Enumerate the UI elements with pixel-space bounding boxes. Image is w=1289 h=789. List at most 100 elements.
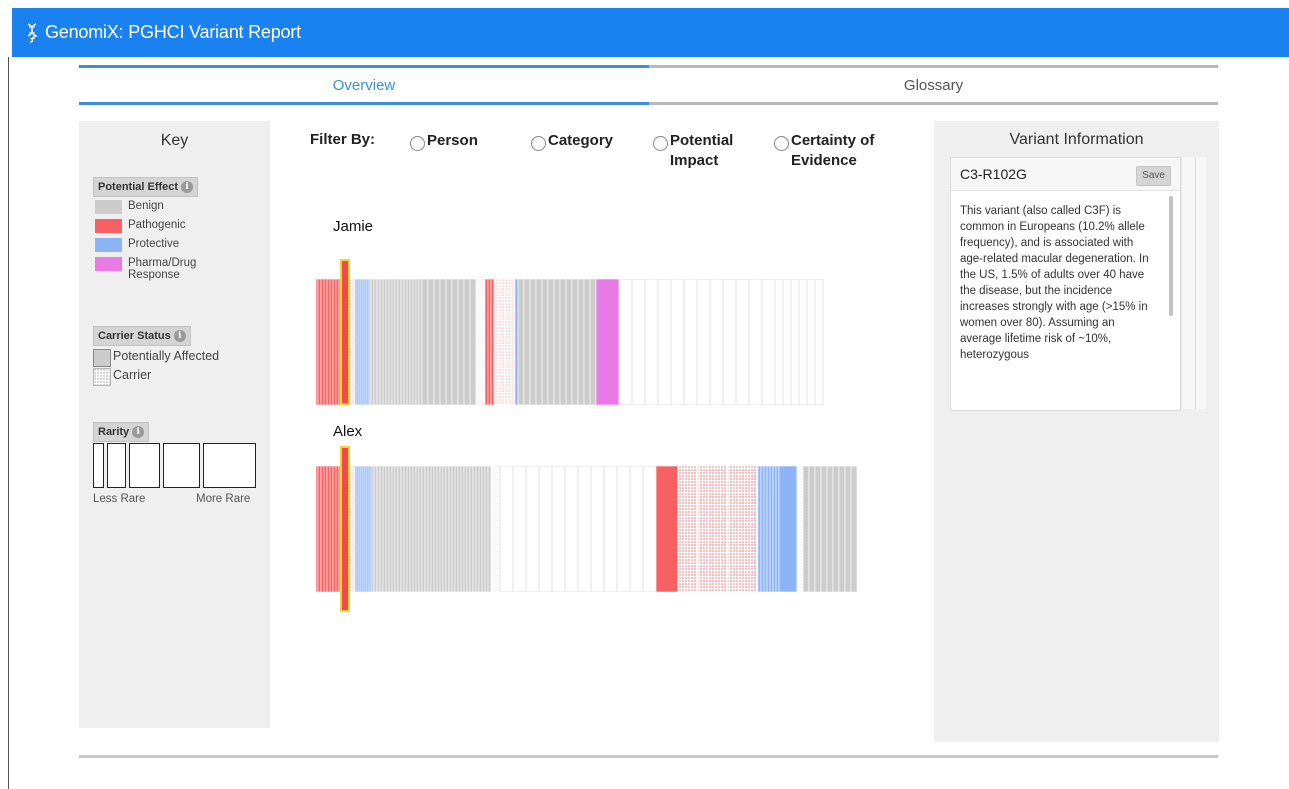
variant-bar[interactable]: [514, 279, 519, 405]
variant-bar[interactable]: [629, 466, 644, 592]
description-scrollbar[interactable]: [1169, 196, 1173, 316]
variant-bar[interactable]: [493, 466, 498, 592]
variant-bar[interactable]: [370, 466, 375, 592]
filter-certainty[interactable]: Certainty of Evidence: [774, 131, 904, 171]
variant-bar[interactable]: [487, 466, 492, 592]
variant-bar[interactable]: [323, 279, 328, 405]
variant-bar[interactable]: [517, 279, 525, 405]
variant-bar[interactable]: [496, 279, 501, 405]
variant-bar[interactable]: [448, 466, 453, 592]
variant-bar[interactable]: [717, 466, 729, 592]
variant-bar[interactable]: [451, 466, 456, 592]
variant-bar[interactable]: [760, 466, 765, 592]
variant-bar[interactable]: [814, 466, 822, 592]
variant-bar[interactable]: [603, 466, 618, 592]
variant-bar[interactable]: [722, 279, 737, 405]
variant-bar[interactable]: [790, 279, 800, 405]
variant-bar[interactable]: [670, 279, 685, 405]
variant-bar[interactable]: [727, 466, 739, 592]
variant-bar[interactable]: [421, 466, 426, 592]
variant-bar[interactable]: [595, 279, 620, 405]
variant-bar[interactable]: [838, 466, 846, 592]
variant-bar[interactable]: [335, 279, 340, 405]
variant-bar[interactable]: [559, 279, 567, 405]
variant-bar[interactable]: [683, 279, 698, 405]
variant-bar[interactable]: [547, 279, 555, 405]
variant-bar[interactable]: [523, 279, 531, 405]
variant-bar[interactable]: [502, 279, 507, 405]
variant-bar[interactable]: [565, 279, 573, 405]
radio-button[interactable]: [531, 136, 546, 151]
variant-bar[interactable]: [747, 466, 759, 592]
variant-bar[interactable]: [418, 279, 423, 405]
variant-bar[interactable]: [475, 279, 480, 405]
variant-bar[interactable]: [382, 279, 387, 405]
variant-bar[interactable]: [400, 466, 405, 592]
variant-bar[interactable]: [373, 466, 378, 592]
variant-bar[interactable]: [385, 279, 390, 405]
variant-bar[interactable]: [394, 466, 399, 592]
variant-bar[interactable]: [737, 466, 749, 592]
variant-bar[interactable]: [439, 466, 444, 592]
variant-bar[interactable]: [436, 466, 441, 592]
variant-bar[interactable]: [412, 466, 417, 592]
variant-bar[interactable]: [415, 466, 420, 592]
variant-bar[interactable]: [373, 279, 378, 405]
variant-bar[interactable]: [644, 279, 659, 405]
variant-bar[interactable]: [329, 466, 334, 592]
variant-bar[interactable]: [709, 279, 724, 405]
variant-bar[interactable]: [370, 279, 375, 405]
variant-bar[interactable]: [481, 279, 486, 405]
variant-bar[interactable]: [469, 466, 474, 592]
variant-bar[interactable]: [512, 466, 527, 592]
variant-bar[interactable]: [379, 466, 384, 592]
variant-bar[interactable]: [687, 466, 699, 592]
variant-bar[interactable]: [403, 466, 408, 592]
variant-bar[interactable]: [427, 279, 435, 405]
variant-bar[interactable]: [469, 279, 477, 405]
variant-bar[interactable]: [317, 279, 322, 405]
variant-bar[interactable]: [616, 466, 631, 592]
variant-bar[interactable]: [317, 466, 322, 592]
tab-overview[interactable]: Overview: [79, 65, 649, 105]
variant-bar[interactable]: [400, 279, 405, 405]
filter-person[interactable]: Person: [410, 131, 478, 151]
variant-bar[interactable]: [442, 466, 447, 592]
variant-bar[interactable]: [590, 466, 605, 592]
variant-bar[interactable]: [409, 466, 414, 592]
variant-bar[interactable]: [391, 466, 396, 592]
variant-bar[interactable]: [463, 279, 471, 405]
save-button[interactable]: Save: [1136, 166, 1171, 186]
variant-bar[interactable]: [412, 279, 417, 405]
variant-bar[interactable]: [763, 466, 768, 592]
variant-bar[interactable]: [433, 466, 438, 592]
info-icon[interactable]: i: [181, 181, 194, 193]
variant-bar[interactable]: [525, 466, 540, 592]
info-icon[interactable]: i: [173, 330, 186, 342]
variant-bar[interactable]: [493, 279, 498, 405]
variant-bar[interactable]: [466, 466, 471, 592]
variant-bar[interactable]: [391, 279, 396, 405]
variant-bar[interactable]: [427, 466, 432, 592]
variant-bar[interactable]: [657, 279, 672, 405]
variant-bar[interactable]: [424, 466, 429, 592]
variant-bar[interactable]: [778, 466, 798, 592]
variant-bar[interactable]: [418, 466, 423, 592]
variant-bar[interactable]: [454, 466, 459, 592]
variant-bar[interactable]: [564, 466, 579, 592]
variant-bar[interactable]: [445, 279, 453, 405]
variant-bar[interactable]: [775, 466, 780, 592]
variant-bar[interactable]: [385, 466, 390, 592]
variant-bar[interactable]: [409, 279, 414, 405]
variant-bar[interactable]: [406, 466, 411, 592]
variant-bar[interactable]: [707, 466, 719, 592]
variant-bar[interactable]: [382, 466, 387, 592]
variant-bar[interactable]: [406, 279, 411, 405]
variant-bar[interactable]: [832, 466, 840, 592]
variant-bar[interactable]: [642, 466, 657, 592]
variant-bar[interactable]: [796, 466, 801, 592]
variant-bar[interactable]: [696, 279, 711, 405]
variant-bar[interactable]: [320, 466, 325, 592]
variant-bar[interactable]: [820, 466, 828, 592]
variant-bar[interactable]: [475, 466, 480, 592]
